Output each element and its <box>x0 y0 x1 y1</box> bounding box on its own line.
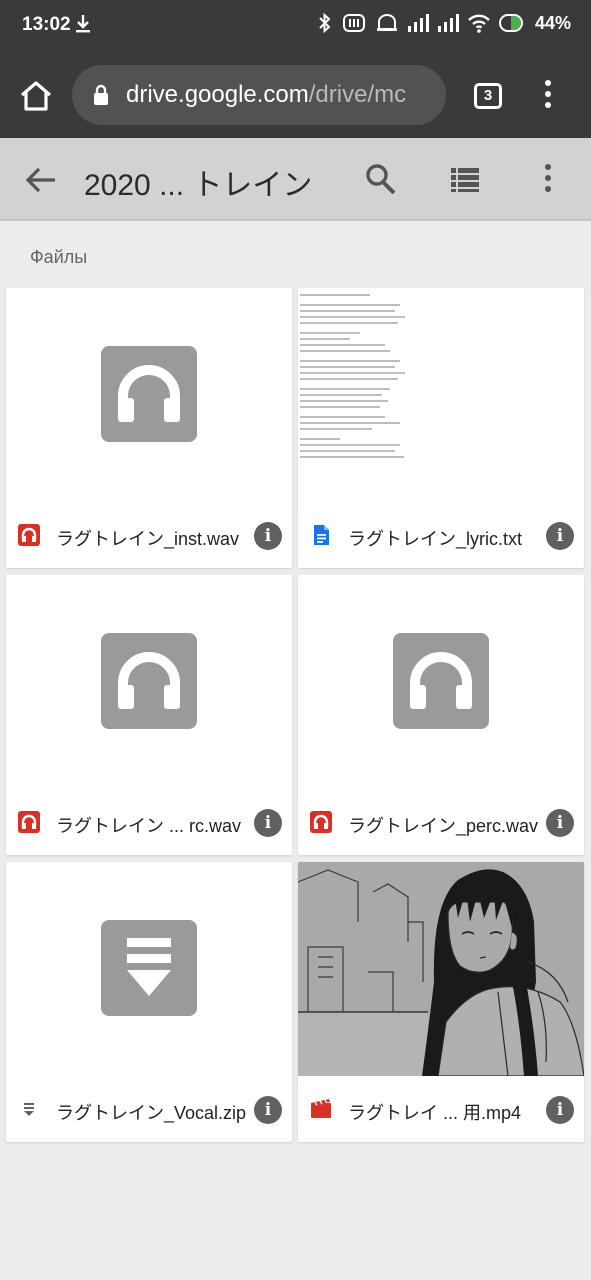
file-thumbnail[interactable] <box>6 575 292 789</box>
video-icon <box>311 1099 331 1118</box>
file-name: ラグトレイン_inst.wav <box>56 529 240 549</box>
info-icon[interactable]: i <box>254 809 282 837</box>
url-path: /drive/mc <box>308 81 407 108</box>
audio-placeholder-icon <box>101 633 197 729</box>
document-preview <box>298 288 584 502</box>
file-card[interactable]: ラグトレイ ... 用.mp4 i <box>298 862 584 1142</box>
audio-placeholder-icon <box>101 346 197 442</box>
file-name: ラグトレイン_perc.wav <box>348 816 539 836</box>
alarm-icon <box>376 14 397 31</box>
status-icons: 44% <box>317 12 571 34</box>
drive-toolbar: 2020 ... トレイン <box>0 138 591 221</box>
zip-placeholder-icon <box>101 920 197 1016</box>
info-icon[interactable]: i <box>546 1096 574 1124</box>
audio-placeholder-icon <box>393 633 489 729</box>
video-preview <box>298 862 584 1076</box>
file-footer: ラグトレイン_perc.wav i <box>298 789 584 855</box>
list-view-icon[interactable] <box>449 166 481 194</box>
address-bar[interactable]: drive.google.com/drive/mc <box>72 65 446 125</box>
file-footer: ラグトレイン ... rc.wav i <box>6 789 292 855</box>
doc-icon <box>314 525 329 545</box>
file-footer: ラグトレイン_lyric.txt i <box>298 502 584 568</box>
signal-2-icon <box>437 14 459 32</box>
file-thumbnail[interactable] <box>6 288 292 502</box>
file-name: ラグトレイ ... 用.mp4 <box>348 1103 522 1123</box>
anime-girl-illustration <box>298 862 584 1076</box>
file-footer: ラグトレイン_Vocal.zip i <box>6 1076 292 1142</box>
file-name: ラグトレイン ... rc.wav <box>56 816 242 836</box>
signal-1-icon <box>407 14 429 32</box>
file-footer: ラグトレイン_inst.wav i <box>6 502 292 568</box>
url-host: drive.google.com <box>126 81 309 108</box>
zip-icon <box>24 1103 34 1116</box>
file-thumbnail[interactable] <box>298 288 584 502</box>
url-text: drive.google.com/drive/mc <box>126 81 406 109</box>
battery-percent: 44% <box>534 12 571 33</box>
search-icon[interactable] <box>364 162 396 196</box>
vibrate-icon <box>342 14 365 32</box>
status-time: 13:02 <box>22 14 71 35</box>
wifi-icon <box>468 14 490 33</box>
bluetooth-icon <box>319 12 331 34</box>
info-icon[interactable]: i <box>546 522 574 550</box>
tab-switcher-button[interactable]: 3 <box>474 83 502 109</box>
file-card[interactable]: ラグトレイン_Vocal.zip i <box>6 862 292 1142</box>
status-bar: 13:02 44% <box>0 0 591 52</box>
folder-title: 2020 ... トレイン <box>84 169 313 202</box>
file-card[interactable]: ラグトレイン ... rc.wav i <box>6 575 292 855</box>
browser-menu-icon[interactable] <box>538 80 558 112</box>
browser-toolbar: drive.google.com/drive/mc 3 <box>0 52 591 138</box>
section-label-files: Файлы <box>30 247 88 267</box>
file-card[interactable]: ラグトレイン_perc.wav i <box>298 575 584 855</box>
file-name: ラグトレイン_Vocal.zip <box>56 1103 247 1123</box>
file-card[interactable]: ラグトレイン_inst.wav i <box>6 288 292 568</box>
file-name: ラグトレイン_lyric.txt <box>348 529 523 549</box>
lock-icon <box>94 84 108 105</box>
home-icon[interactable] <box>18 78 54 114</box>
info-icon[interactable]: i <box>546 809 574 837</box>
file-thumbnail[interactable] <box>298 862 584 1076</box>
file-thumbnail[interactable] <box>298 575 584 789</box>
headphones-icon <box>310 811 332 833</box>
battery-icon <box>498 14 523 32</box>
headphones-icon <box>18 811 40 833</box>
info-icon[interactable]: i <box>254 522 282 550</box>
download-icon <box>76 15 90 33</box>
file-footer: ラグトレイ ... 用.mp4 i <box>298 1076 584 1142</box>
more-options-icon[interactable] <box>538 164 558 196</box>
headphones-icon <box>18 524 40 546</box>
file-card[interactable]: ラグトレイン_lyric.txt i <box>298 288 584 568</box>
file-thumbnail[interactable] <box>6 862 292 1076</box>
info-icon[interactable]: i <box>254 1096 282 1124</box>
back-arrow-icon[interactable] <box>24 164 58 196</box>
